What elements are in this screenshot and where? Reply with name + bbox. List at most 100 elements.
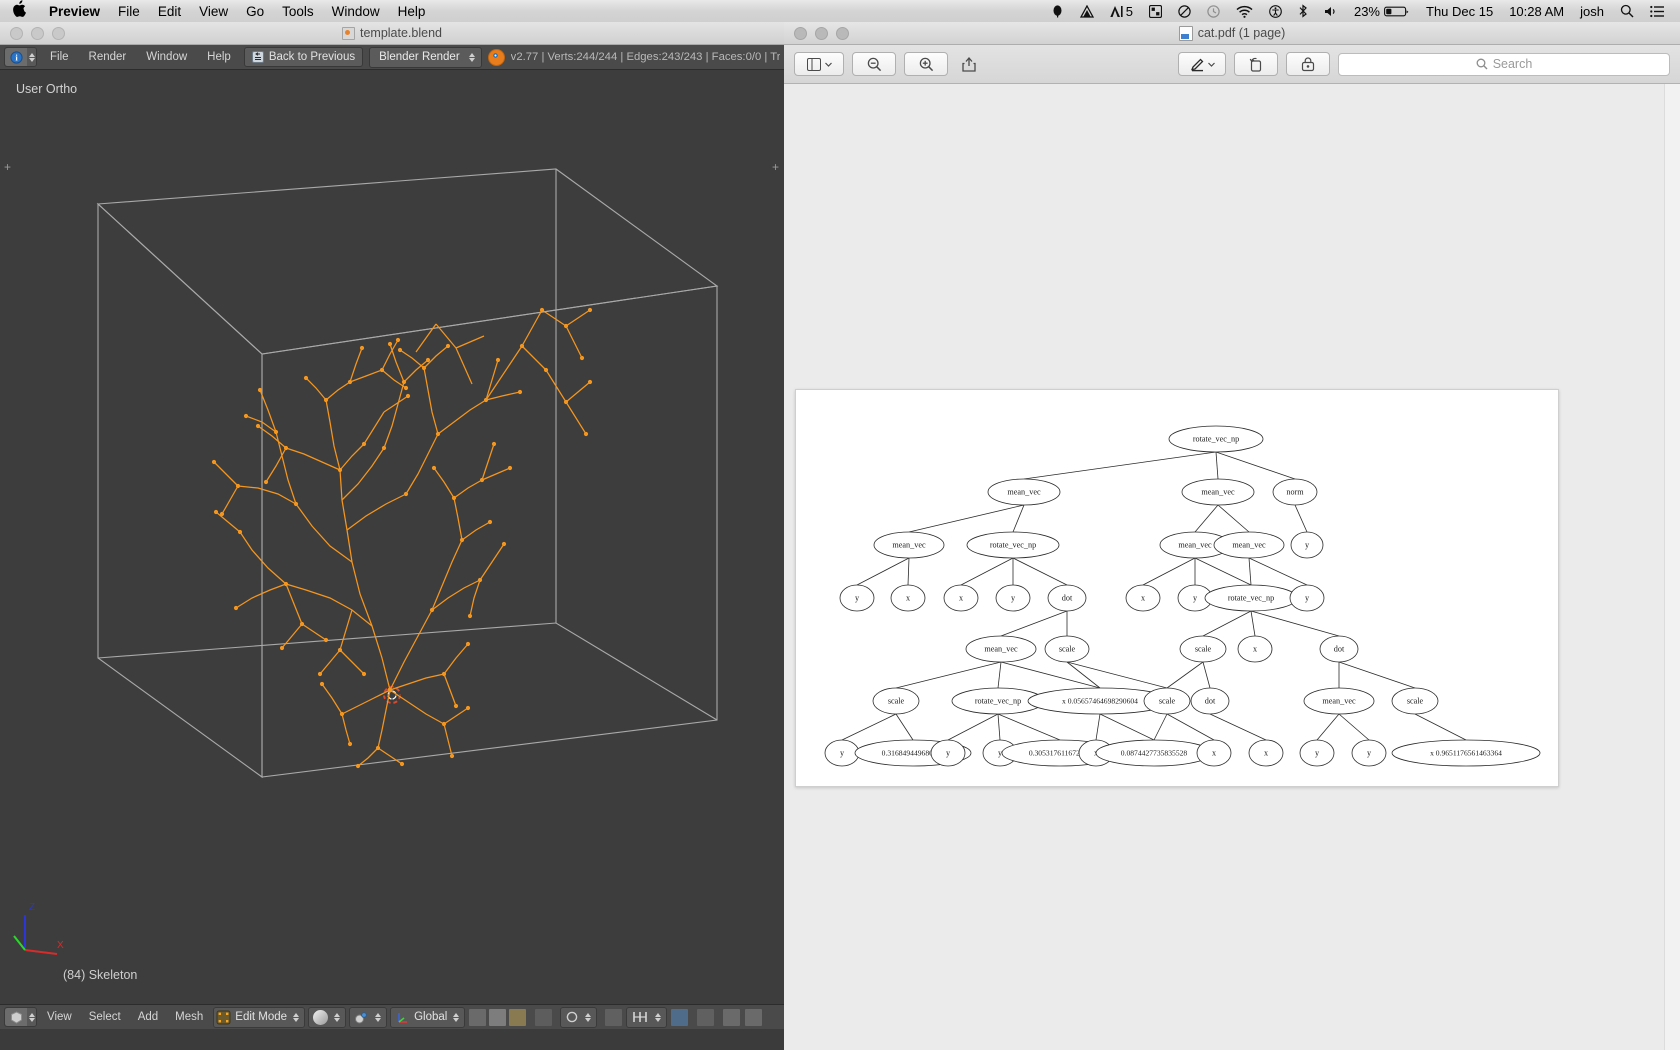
dropbox-icon[interactable] [1043,4,1072,18]
snap-grid-icon[interactable] [670,1007,690,1027]
orientation-axes-icon [398,1012,408,1023]
volume-icon[interactable] [1316,5,1346,18]
blender-3d-viewport[interactable]: User Ortho + + Z X (84) Skeleton [0,70,784,1004]
blender-menu-help[interactable]: Help [200,51,238,63]
adobe-icon[interactable]: 5 [1102,4,1141,19]
zoom-out-button[interactable] [852,52,896,76]
footer-editor-type-spinner[interactable] [27,1008,36,1026]
lock-button[interactable] [1286,52,1330,76]
footer-editor-type-selector[interactable] [4,1007,37,1027]
graph-edge [1194,557,1252,586]
menu-item-file[interactable]: File [109,4,149,19]
graph-node: x 0.9651176561463364 [1391,739,1541,767]
markup-button[interactable] [1178,52,1226,76]
footer-menu-add[interactable]: Add [131,1011,165,1023]
minimize-button[interactable] [31,26,44,40]
transform-orientation-label: Global [414,1011,448,1023]
editor-type-selector[interactable]: i [4,47,37,67]
viewport-active-object-label: (84) Skeleton [63,968,138,982]
interaction-mode-selector[interactable]: Edit Mode [213,1006,306,1028]
menu-item-window[interactable]: Window [323,4,389,19]
edge-select-icon[interactable] [488,1007,508,1027]
graph-edge [997,713,1001,741]
close-button[interactable] [10,26,23,40]
snap-element-selector[interactable] [626,1006,668,1028]
document-scrollbar[interactable] [1664,84,1680,1050]
drive-icon[interactable] [1072,4,1102,18]
blender-logo-icon [487,48,505,66]
sidebar-view-icon [806,57,821,71]
menu-item-edit[interactable]: Edit [149,4,190,19]
macos-menu-bar: Preview File Edit View Go Tools Window H… [0,0,1680,23]
manipulator-toggle-icon[interactable] [696,1007,716,1027]
sidebar-view-button[interactable] [794,52,844,76]
spotlight-search-icon[interactable] [1612,4,1642,18]
bluetooth-icon[interactable] [1290,4,1316,18]
graph-node: x [1196,739,1232,767]
search-input[interactable]: Search [1338,52,1670,76]
zoom-in-button[interactable] [904,52,948,76]
proportional-edit-spinner[interactable] [583,1008,592,1026]
menu-item-tools[interactable]: Tools [273,4,323,19]
pivot-point-selector[interactable] [349,1006,388,1028]
grid-icon[interactable] [1141,4,1170,18]
window-controls[interactable] [0,26,65,40]
vertex-select-icon[interactable] [468,1007,488,1027]
render-engine-label: Blender Render [379,51,460,63]
graph-edge [1248,557,1252,586]
transform-orientation-spinner[interactable] [451,1008,460,1026]
rotate-left-button[interactable] [1234,52,1278,76]
adobe-badge-label: 5 [1125,3,1133,19]
proportional-edit-selector[interactable] [560,1006,598,1028]
menu-item-go[interactable]: Go [237,4,273,19]
render-engine-spinner[interactable] [468,48,477,66]
apple-icon[interactable] [0,0,40,20]
menu-item-preview[interactable]: Preview [40,4,109,19]
menu-item-view[interactable]: View [190,4,237,19]
mesh-select-mode-group[interactable] [468,1007,528,1027]
graph-node-label: rotate_vec_np [990,540,1036,549]
preview-document-area[interactable]: rotate_vec_np mean_vec mean_vec norm mean_ve… [784,84,1680,1050]
face-select-icon[interactable] [508,1007,528,1027]
snap-element-spinner[interactable] [653,1008,662,1026]
battery-percent-label: 23% [1353,3,1380,19]
footer-menu-mesh[interactable]: Mesh [168,1011,210,1023]
snap-magnet-icon[interactable] [604,1007,624,1027]
footer-menu-view[interactable]: View [40,1011,79,1023]
graph-edge [1294,504,1308,533]
interaction-mode-spinner[interactable] [291,1008,300,1026]
pdf-page-canvas[interactable]: rotate_vec_np mean_vec mean_vec norm mean_ve… [795,389,1559,787]
battery-icon[interactable] [1384,5,1418,18]
notification-center-icon[interactable] [1642,5,1672,18]
graph-nodes: rotate_vec_np mean_vec mean_vec norm mean_ve… [824,425,1541,767]
blender-menu-window[interactable]: Window [139,51,194,63]
wifi-icon[interactable] [1228,5,1261,18]
viewport-shading-spinner[interactable] [332,1008,341,1026]
graph-node-label: dot [1062,593,1073,602]
menubar-user[interactable]: josh [1572,4,1612,19]
pivot-point-spinner[interactable] [373,1008,382,1026]
blender-title-bar[interactable]: template.blend [0,22,784,45]
accessibility-icon[interactable] [1261,4,1290,18]
share-button[interactable] [956,53,982,75]
zoom-button[interactable] [52,26,65,40]
graph-node-label: mean_vec [1232,540,1266,549]
transform-orientation-selector[interactable]: Global [390,1006,466,1028]
axis-label-x: X [57,940,64,951]
preview-title-bar[interactable]: cat.pdf (1 page) [784,22,1680,45]
back-arrow-icon [251,51,264,63]
back-to-previous-button[interactable]: Back to Previous [243,47,364,67]
do-not-disturb-icon[interactable] [1170,4,1199,18]
render-camera-icon[interactable] [744,1007,764,1027]
edit-mode-icon [216,1010,231,1024]
blender-menu-render[interactable]: Render [82,51,134,63]
render-engine-selector[interactable]: Blender Render [369,46,482,68]
render-preview-icon[interactable] [722,1007,742,1027]
viewport-shading-selector[interactable] [308,1006,347,1028]
blender-menu-file[interactable]: File [43,51,76,63]
editor-type-spinner[interactable] [27,48,36,66]
menu-item-help[interactable]: Help [389,4,435,19]
footer-menu-select[interactable]: Select [82,1011,128,1023]
graph-edge [997,713,1061,741]
limit-selection-visible-icon[interactable] [534,1007,554,1027]
